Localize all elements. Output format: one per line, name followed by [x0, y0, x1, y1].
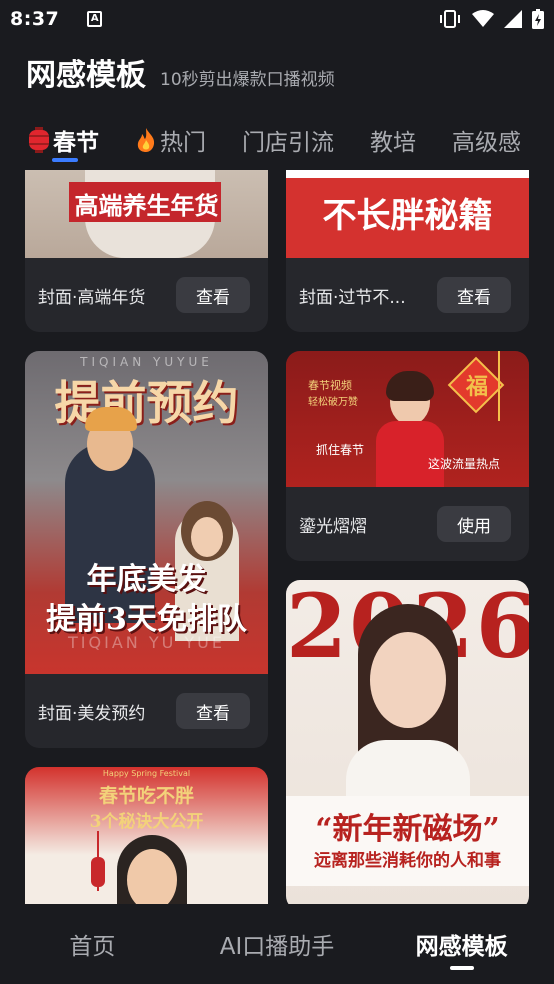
page-subtitle: 10秒剪出爆款口播视频	[160, 70, 335, 90]
poster-text: 不长胖秘籍	[322, 196, 493, 236]
tab-active-indicator	[52, 158, 78, 162]
card-title: 封面·美发预约	[38, 703, 146, 724]
tab-label: 春节	[53, 130, 99, 156]
poster-line2: 3个秘诀大公开	[89, 812, 204, 832]
tab-premium[interactable]: 高级感	[452, 112, 521, 168]
nav-label: AI口播助手	[219, 934, 335, 960]
nav-templates[interactable]: 网感模板	[369, 904, 554, 984]
template-thumbnail[interactable]: TIQIAN YUYUE 提前预约 年底美发 提前3天免排队 TIQIAN YU…	[25, 351, 268, 674]
vibrate-icon	[440, 10, 460, 28]
poster-line2: 提前3天免排队	[46, 602, 247, 637]
template-thumbnail[interactable]: 高端养生年货	[25, 170, 268, 258]
header: 网感模板 10秒剪出爆款口播视频	[26, 50, 335, 93]
a-icon: A	[87, 11, 103, 27]
poster-caption-left: 抓住春节	[316, 443, 365, 457]
card-footer: 鎏光熠熠 使用	[286, 487, 529, 561]
poster-line1: 年底美发	[86, 562, 207, 597]
tab-store-traffic[interactable]: 门店引流	[242, 112, 334, 168]
nav-label: 首页	[69, 934, 116, 960]
card-title: 鎏光熠熠	[299, 516, 367, 537]
poster-left-top: 春节视频	[308, 379, 352, 392]
nav-active-indicator	[449, 966, 474, 970]
view-button[interactable]: 查看	[437, 277, 511, 313]
tab-label: 高级感	[452, 130, 521, 156]
page-title: 网感模板	[26, 58, 146, 93]
signal-icon	[504, 10, 522, 28]
template-card[interactable]: 2026 “新年新磁场” 远离那些消耗你的人和事	[286, 580, 529, 904]
status-bar: 8:37 A	[0, 0, 554, 38]
status-icons	[438, 9, 544, 29]
tab-label: 热门	[160, 130, 206, 156]
template-feed[interactable]: 高端养生年货 封面·高端年货 查看 不长胖秘籍 封面·过节不... 查看 TIQ…	[0, 170, 554, 904]
template-thumbnail[interactable]: 2026 “新年新磁场” 远离那些消耗你的人和事	[286, 580, 529, 904]
template-card[interactable]: 不长胖秘籍 封面·过节不... 查看	[286, 170, 529, 332]
card-footer: 封面·过节不... 查看	[286, 258, 529, 332]
poster-subtitle: 远离那些消耗你的人和事	[314, 851, 501, 871]
template-thumbnail[interactable]: 不长胖秘籍	[286, 170, 529, 258]
view-button[interactable]: 查看	[176, 277, 250, 313]
use-button[interactable]: 使用	[437, 506, 511, 542]
category-tabs: 春节 热门 门店引流 教培 高级感	[0, 112, 554, 168]
template-card[interactable]: 高端养生年货 封面·高端年货 查看	[25, 170, 268, 332]
card-footer: 封面·高端年货 查看	[25, 258, 268, 332]
wifi-icon	[472, 10, 494, 27]
tab-hot[interactable]: 热门	[135, 112, 206, 168]
poster-text: 高端养生年货	[74, 191, 219, 220]
status-time: 8:37	[10, 8, 60, 30]
tab-education[interactable]: 教培	[370, 112, 416, 168]
poster-title: “新年新磁场”	[315, 812, 500, 847]
poster-line1: 春节吃不胖	[98, 785, 194, 807]
template-card[interactable]: 春节视频 轻松破万赞 福 抓住春节 这波流量热点 鎏光熠熠 使用	[286, 351, 529, 561]
battery-icon	[532, 9, 544, 29]
card-footer: 封面·美发预约 查看	[25, 674, 268, 748]
view-button[interactable]: 查看	[176, 693, 250, 729]
card-title: 封面·高端年货	[38, 287, 146, 308]
template-thumbnail[interactable]: 春节视频 轻松破万赞 福 抓住春节 这波流量热点	[286, 351, 529, 487]
card-title: 封面·过节不...	[299, 287, 406, 308]
fire-icon	[135, 127, 157, 153]
nav-label: 网感模板	[415, 934, 508, 960]
template-thumbnail[interactable]: Happy Spring Festival 春节吃不胖 3个秘诀大公开	[25, 767, 268, 904]
poster-caption-right: 这波流量热点	[428, 457, 501, 471]
poster-left-sub: 轻松破万赞	[308, 397, 358, 408]
tab-label: 门店引流	[242, 130, 334, 156]
poster-small-text: Happy Spring Festival	[102, 769, 191, 778]
poster-fu: 福	[465, 374, 488, 400]
nav-home[interactable]: 首页	[0, 904, 185, 984]
template-card[interactable]: Happy Spring Festival 春节吃不胖 3个秘诀大公开	[25, 767, 268, 904]
poster-pinyin-bottom: TIQIAN YU YUE	[68, 633, 225, 652]
tab-label: 教培	[370, 130, 416, 156]
template-card[interactable]: TIQIAN YUYUE 提前预约 年底美发 提前3天免排队 TIQIAN YU…	[25, 351, 268, 748]
lantern-icon	[28, 127, 50, 153]
poster-title: 提前预约	[54, 376, 239, 430]
nav-ai-assistant[interactable]: AI口播助手	[185, 904, 370, 984]
bottom-nav: 首页 AI口播助手 网感模板	[0, 904, 554, 984]
